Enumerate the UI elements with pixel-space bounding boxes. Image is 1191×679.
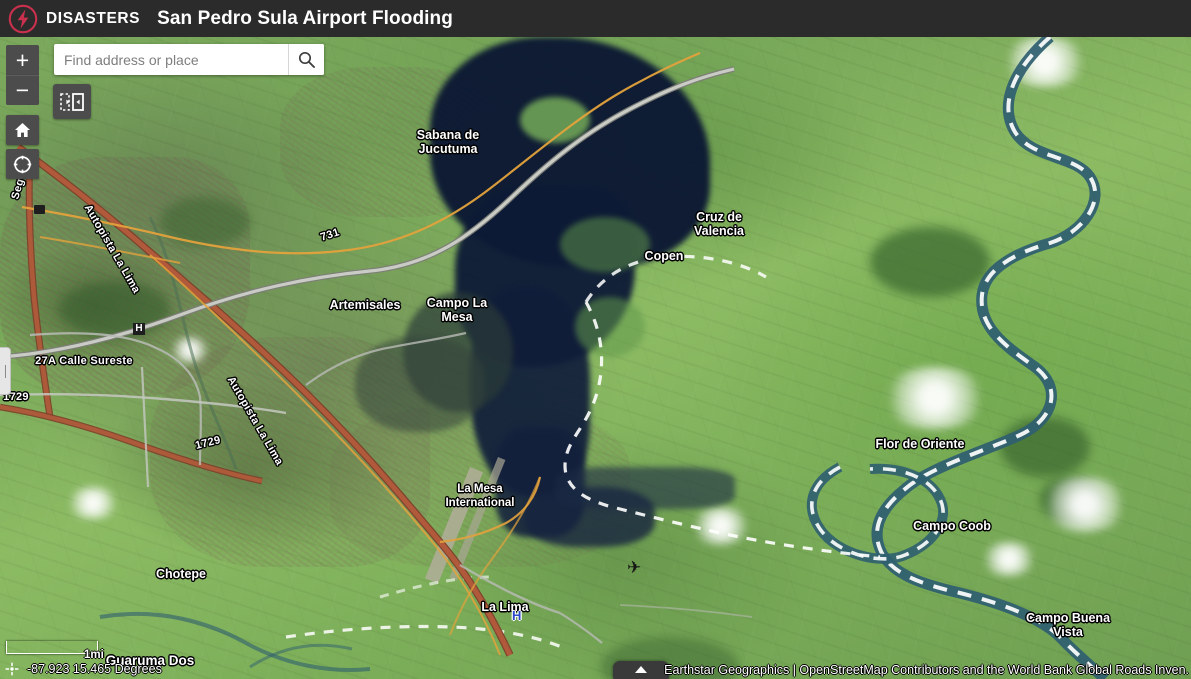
brand-name: DISASTERS: [46, 9, 141, 27]
coordinate-widget[interactable]: -87.923 15.465 Degrees: [4, 661, 162, 677]
map-attribution: Earthstar Geographics | OpenStreetMap Co…: [664, 663, 1189, 677]
home-icon: [15, 123, 30, 137]
swipe-compare-button[interactable]: [53, 84, 91, 119]
zoom-in-button[interactable]: +: [6, 45, 39, 75]
search-icon: [298, 51, 315, 68]
page-title: San Pedro Sula Airport Flooding: [157, 7, 453, 29]
search-input[interactable]: [54, 44, 288, 75]
airplane-icon: ✈: [627, 558, 642, 577]
crosshair-coordinate-icon: [5, 662, 19, 676]
zoom-controls: + −: [6, 45, 39, 105]
map-application: DISASTERS San Pedro Sula Airport Floodin…: [0, 0, 1191, 679]
search-widget: [54, 44, 324, 75]
locate-crosshair-icon: [13, 155, 32, 173]
map-popup-stub[interactable]: [613, 661, 669, 679]
panel-toggle-handle[interactable]: [0, 347, 11, 395]
zoom-out-button[interactable]: −: [6, 75, 39, 105]
disaster-lightning-circle-icon: [8, 4, 38, 33]
chevron-up-icon: [635, 666, 647, 673]
app-header: DISASTERS San Pedro Sula Airport Floodin…: [0, 0, 1191, 37]
road-layer: [0, 51, 753, 657]
swipe-compare-icon: [60, 92, 84, 111]
map-canvas: Sabana de Jucutuma Cruz de Valencia Cope…: [0, 37, 1191, 679]
hospital-h-icon[interactable]: H: [512, 608, 521, 623]
locate-button[interactable]: [6, 149, 39, 179]
home-button[interactable]: [6, 115, 39, 145]
scale-bar-label: 1mi: [84, 649, 104, 661]
search-button[interactable]: [288, 44, 324, 75]
coordinate-readout: -87.923 15.465 Degrees: [27, 662, 162, 676]
map-view[interactable]: Sabana de Jucutuma Cruz de Valencia Cope…: [0, 37, 1191, 679]
poi-marker: [34, 205, 45, 214]
hospital-h-icon-grey: H: [133, 323, 145, 335]
